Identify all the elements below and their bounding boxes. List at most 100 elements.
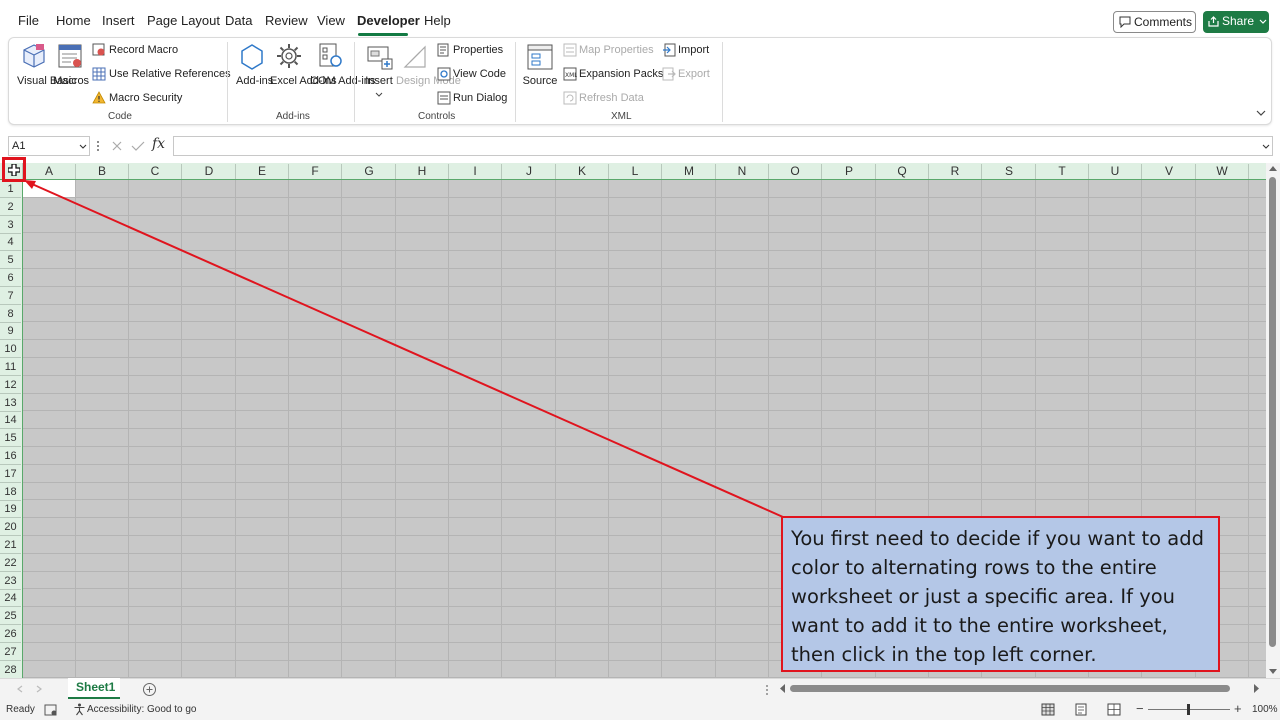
expansion-packs-button[interactable]: Expansion Packs bbox=[579, 68, 663, 80]
column-header[interactable]: C bbox=[129, 164, 182, 179]
column-header[interactable]: E bbox=[236, 164, 289, 179]
menu-developer[interactable]: Developer bbox=[357, 13, 420, 28]
active-cell-a1[interactable] bbox=[23, 180, 76, 197]
macro-recording-icon[interactable] bbox=[44, 704, 58, 716]
column-header[interactable]: D bbox=[183, 164, 236, 179]
row-header[interactable]: 14 bbox=[0, 411, 21, 429]
refresh-data-button[interactable]: Refresh Data bbox=[579, 92, 644, 104]
comments-button[interactable]: Comments bbox=[1113, 11, 1196, 33]
zoom-in-button[interactable]: + bbox=[1234, 701, 1242, 716]
insert-controls-button[interactable]: Insert bbox=[360, 74, 398, 88]
column-header[interactable]: B bbox=[76, 164, 129, 179]
confirm-entry-icon[interactable] bbox=[131, 140, 145, 152]
zoom-level[interactable]: 100% bbox=[1252, 704, 1278, 715]
row-header[interactable]: 15 bbox=[0, 429, 21, 447]
row-header[interactable]: 26 bbox=[0, 625, 21, 643]
column-header[interactable]: R bbox=[929, 164, 982, 179]
row-header[interactable]: 5 bbox=[0, 251, 21, 269]
row-header[interactable]: 18 bbox=[0, 483, 21, 501]
previous-sheet-icon[interactable] bbox=[17, 685, 23, 693]
row-header[interactable]: 8 bbox=[0, 305, 21, 323]
row-header[interactable]: 11 bbox=[0, 358, 21, 376]
row-header[interactable]: 16 bbox=[0, 447, 21, 465]
menu-data[interactable]: Data bbox=[225, 13, 252, 28]
row-header[interactable]: 22 bbox=[0, 554, 21, 572]
menu-review[interactable]: Review bbox=[265, 13, 308, 28]
row-header[interactable]: 3 bbox=[0, 216, 21, 234]
scroll-left-icon[interactable] bbox=[779, 684, 785, 693]
macro-security-button[interactable]: Macro Security bbox=[109, 92, 182, 104]
properties-button[interactable]: Properties bbox=[453, 44, 503, 56]
column-header[interactable]: O bbox=[769, 164, 822, 179]
next-sheet-icon[interactable] bbox=[36, 685, 42, 693]
column-header[interactable]: A bbox=[23, 164, 76, 179]
row-header[interactable]: 24 bbox=[0, 589, 21, 607]
chevron-down-icon[interactable] bbox=[1262, 144, 1270, 150]
column-header[interactable]: I bbox=[449, 164, 502, 179]
row-header[interactable]: 2 bbox=[0, 198, 21, 216]
tab-split-handle-icon[interactable] bbox=[765, 684, 769, 696]
menu-home[interactable]: Home bbox=[56, 13, 91, 28]
row-header[interactable]: 25 bbox=[0, 607, 21, 625]
ribbon-collapse-icon[interactable] bbox=[1256, 110, 1266, 118]
scroll-right-icon[interactable] bbox=[1254, 684, 1260, 693]
page-layout-view-icon[interactable] bbox=[1075, 703, 1087, 716]
column-header[interactable]: Q bbox=[876, 164, 929, 179]
row-header[interactable]: 6 bbox=[0, 269, 21, 287]
row-header[interactable]: 19 bbox=[0, 500, 21, 518]
sheet-tab-sheet1[interactable]: Sheet1 bbox=[68, 678, 120, 699]
row-header[interactable]: 13 bbox=[0, 394, 21, 412]
scroll-down-icon[interactable] bbox=[1269, 669, 1277, 675]
row-header[interactable]: 7 bbox=[0, 287, 21, 305]
row-header[interactable]: 20 bbox=[0, 518, 21, 536]
menu-file[interactable]: File bbox=[18, 13, 39, 28]
add-ins-button[interactable]: Add-ins bbox=[236, 74, 273, 88]
row-header[interactable]: 10 bbox=[0, 340, 21, 358]
run-dialog-button[interactable]: Run Dialog bbox=[453, 92, 507, 104]
horizontal-scroll-thumb[interactable] bbox=[790, 685, 1230, 692]
share-button[interactable]: Share bbox=[1203, 11, 1269, 33]
accessibility-status[interactable]: Accessibility: Good to go bbox=[87, 704, 197, 715]
row-header[interactable]: 28 bbox=[0, 661, 21, 678]
column-header[interactable]: V bbox=[1143, 164, 1196, 179]
add-sheet-icon[interactable] bbox=[142, 682, 157, 697]
more-options-icon[interactable] bbox=[96, 140, 100, 152]
menu-page-layout[interactable]: Page Layout bbox=[147, 13, 220, 28]
formula-input[interactable] bbox=[173, 136, 1273, 156]
scroll-up-icon[interactable] bbox=[1269, 165, 1277, 171]
record-macro-button[interactable]: Record Macro bbox=[109, 44, 178, 56]
excel-add-ins-button[interactable]: Excel Add-ins bbox=[270, 74, 337, 88]
use-relative-references-button[interactable]: Use Relative References bbox=[109, 68, 231, 80]
zoom-out-button[interactable]: − bbox=[1136, 701, 1144, 716]
column-header[interactable]: U bbox=[1089, 164, 1142, 179]
accessibility-icon[interactable] bbox=[73, 703, 86, 716]
menu-insert[interactable]: Insert bbox=[102, 13, 135, 28]
macros-button[interactable]: Macros bbox=[53, 74, 89, 88]
menu-help[interactable]: Help bbox=[424, 13, 451, 28]
com-add-ins-button[interactable]: COM Add-ins bbox=[310, 74, 375, 88]
row-header[interactable]: 4 bbox=[0, 233, 21, 251]
column-header[interactable]: S bbox=[983, 164, 1036, 179]
vertical-scroll-thumb[interactable] bbox=[1269, 177, 1276, 647]
normal-view-icon[interactable] bbox=[1041, 703, 1055, 716]
column-header[interactable]: M bbox=[663, 164, 716, 179]
column-header[interactable]: L bbox=[609, 164, 662, 179]
column-header[interactable]: N bbox=[716, 164, 769, 179]
import-button[interactable]: Import bbox=[678, 44, 709, 56]
design-mode-button[interactable]: Design Mode bbox=[396, 74, 461, 88]
vertical-scrollbar[interactable] bbox=[1266, 163, 1280, 678]
column-header[interactable]: F bbox=[289, 164, 342, 179]
column-header[interactable]: H bbox=[396, 164, 449, 179]
row-header[interactable]: 27 bbox=[0, 643, 21, 661]
page-break-preview-icon[interactable] bbox=[1107, 703, 1121, 716]
row-header[interactable]: 9 bbox=[0, 322, 21, 340]
map-properties-button[interactable]: Map Properties bbox=[579, 44, 654, 56]
row-header[interactable]: 12 bbox=[0, 376, 21, 394]
row-header[interactable]: 23 bbox=[0, 572, 21, 590]
column-header[interactable]: P bbox=[823, 164, 876, 179]
zoom-slider-thumb[interactable] bbox=[1187, 704, 1190, 715]
column-header[interactable]: W bbox=[1196, 164, 1249, 179]
row-header[interactable]: 1 bbox=[0, 180, 21, 198]
insert-function-button[interactable]: fx bbox=[152, 136, 165, 152]
source-button[interactable]: Source bbox=[521, 74, 559, 88]
